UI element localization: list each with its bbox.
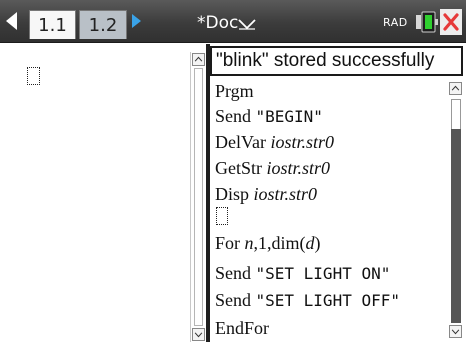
left-pane[interactable] <box>0 44 190 342</box>
keyword: EndFor <box>215 318 269 338</box>
variable: n <box>244 233 254 253</box>
tab-1-2[interactable]: 1.2 <box>79 10 127 39</box>
scroll-up-icon[interactable] <box>449 82 462 95</box>
string-literal: "BEGIN" <box>255 107 323 126</box>
document-title[interactable]: *Doc <box>197 13 238 33</box>
tab-label: 1.1 <box>38 14 67 36</box>
chevron-right-icon[interactable] <box>132 14 141 28</box>
status-message: "blink" stored successfully <box>210 46 463 76</box>
program-line[interactable]: Send "SET LIGHT OFF" <box>215 290 400 311</box>
variable: iostr.str0 <box>253 184 318 204</box>
program-line[interactable]: Prgm <box>215 81 254 101</box>
program-line[interactable]: GetStr iostr.str0 <box>215 158 330 178</box>
right-scrollbar[interactable] <box>448 82 464 342</box>
variable: iostr.str0 <box>270 132 335 152</box>
keyword: GetStr <box>215 158 262 178</box>
loop-range: ,1,dim( <box>253 233 306 253</box>
left-scrollbar[interactable] <box>190 52 206 342</box>
keyword: Send <box>215 290 251 310</box>
variable: d <box>305 233 315 253</box>
variable: iostr.str0 <box>266 158 331 178</box>
string-literal: "SET LIGHT ON" <box>255 264 391 283</box>
battery-icon <box>416 11 438 33</box>
input-cursor[interactable] <box>216 207 228 225</box>
keyword: Send <box>215 263 251 283</box>
program-line[interactable]: Send "BEGIN" <box>215 106 323 127</box>
toolbar: 1.1 1.2 *Doc RAD <box>0 0 466 43</box>
program-line[interactable]: Send "SET LIGHT ON" <box>215 263 390 284</box>
keyword: Disp <box>215 184 250 204</box>
tab-label: 1.2 <box>88 14 118 36</box>
chevron-left-icon[interactable] <box>6 12 17 30</box>
keyword: DelVar <box>215 132 266 152</box>
scroll-track[interactable] <box>194 68 203 326</box>
keyword: For <box>215 233 241 253</box>
program-line[interactable]: Disp iostr.str0 <box>215 184 317 204</box>
keyword: Send <box>215 106 251 126</box>
dropdown-icon[interactable] <box>238 18 256 30</box>
program-line[interactable]: EndFor <box>215 318 269 338</box>
scroll-thumb[interactable] <box>451 129 461 323</box>
scroll-down-icon[interactable] <box>192 328 205 341</box>
angle-mode-indicator: RAD <box>383 16 408 29</box>
program-line[interactable]: DelVar iostr.str0 <box>215 132 334 152</box>
program-line[interactable]: For n,1,dim(d) <box>215 233 321 253</box>
tab-1-1[interactable]: 1.1 <box>29 10 76 39</box>
input-cursor[interactable] <box>27 67 40 85</box>
scroll-down-icon[interactable] <box>449 325 462 338</box>
scroll-up-icon[interactable] <box>192 53 205 66</box>
close-icon[interactable] <box>440 9 462 35</box>
close-paren: ) <box>314 233 321 253</box>
string-literal: "SET LIGHT OFF" <box>255 291 401 310</box>
keyword: Prgm <box>215 81 254 101</box>
